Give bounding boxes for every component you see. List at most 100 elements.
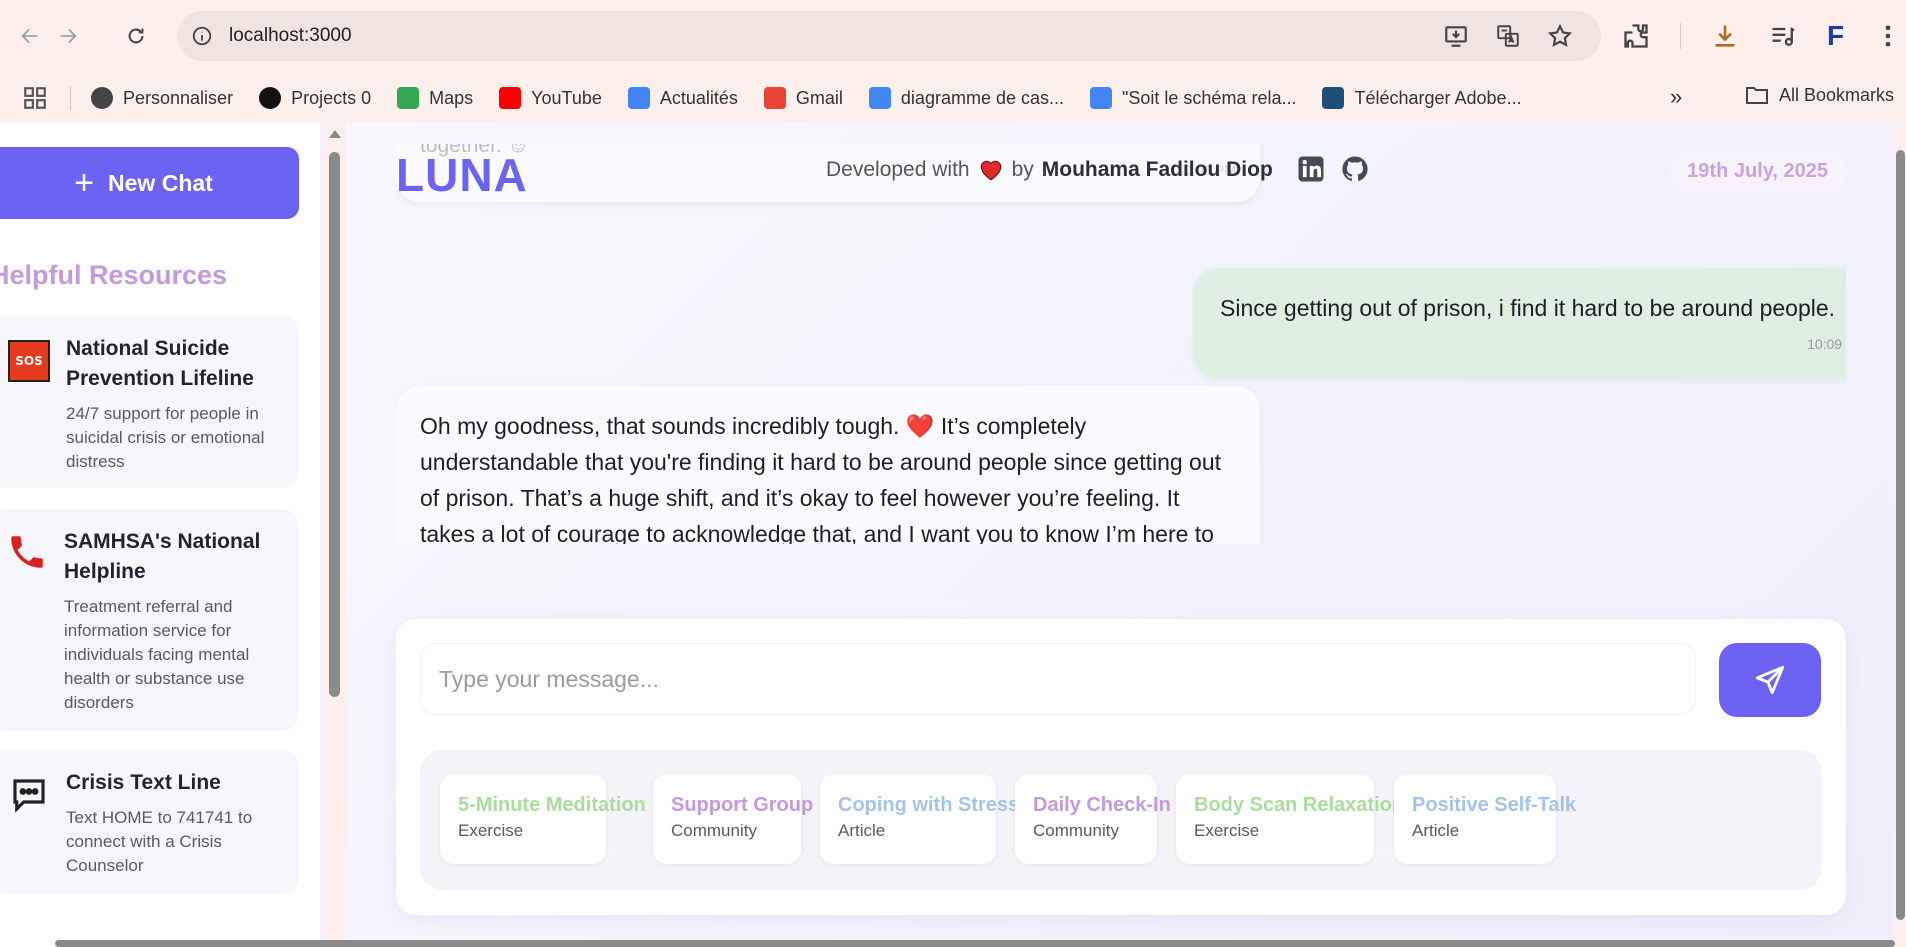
news-icon [627,87,650,109]
message-text: Oh my goodness, that sounds incredibly t… [420,413,1222,544]
media-controls-icon[interactable] [1769,22,1797,50]
suggestion-type: Community [671,821,757,840]
bookmark-label: Personnaliser [123,87,234,108]
resource-name: Crisis Text Line [66,771,221,794]
bookmarks-bar: Personnaliser Projects 0 Maps YouTube Actual… [0,76,1906,120]
horizontal-scroll-thumb[interactable] [55,940,1895,947]
downloads-icon[interactable] [1711,22,1739,50]
send-button[interactable] [1719,643,1821,717]
arrow-right-icon [60,28,77,44]
heart-icon [980,160,1001,181]
star-icon[interactable] [1547,23,1573,49]
message-list[interactable]: together. ☺ 10:09 PM Since getting out o… [396,144,1846,544]
url-text[interactable]: localhost:3000 [229,25,352,47]
plus-icon: + [74,164,95,202]
bookmark-label: diagramme de cas... [900,87,1064,108]
maps-icon [397,87,420,109]
new-chat-label: New Chat [108,169,213,196]
resource-card-crisis-text-line[interactable]: Crisis Text Line Text HOME to 741741 to … [0,750,299,894]
omnibox-actions [1443,23,1573,49]
date-badge: 19th July, 2025 [1669,152,1846,191]
site-info-icon[interactable] [191,25,213,47]
scroll-up-arrow-icon[interactable] [329,130,341,138]
translate-icon[interactable] [1495,23,1521,49]
message-time: 10:09 PM [1807,336,1846,352]
back-button[interactable] [12,18,48,54]
suggestion-chip[interactable]: Coping with Stress Article [820,774,1019,864]
bookmark-item[interactable]: Personnaliser [91,87,233,109]
chat-header: LUNA Developed with by Mouhama Fadilou D… [396,144,1846,204]
bookmark-item[interactable]: Maps [397,87,473,109]
social-links [1296,154,1370,184]
github-icon [259,87,282,109]
suggestion-title: Support Group [671,794,814,816]
bookmark-item[interactable]: Télécharger Adobe... [1322,87,1522,109]
globe-icon [91,87,113,109]
extensions-icon[interactable] [1622,22,1650,50]
by-text: by [1011,158,1034,181]
forward-button[interactable] [50,18,86,54]
user-message: Since getting out of prison, i find it h… [1194,268,1846,378]
resource-card-suicide-lifeline[interactable]: SOS National Suicide Prevention Lifeline… [0,316,299,488]
suggestion-chip[interactable]: Body Scan Relaxation Exercise [1176,774,1405,864]
suggestion-type: Community [1033,821,1119,840]
address-bar[interactable]: localhost:3000 [177,11,1601,61]
resource-name: National Suicide Prevention Lifeline [66,337,254,390]
resource-card-samhsa[interactable]: SAMHSA's National Helpline Treatment ref… [0,509,299,731]
suggestion-type: Exercise [1194,821,1260,840]
suggestion-title: 5-Minute Meditation [458,794,646,816]
resources-title: Helpful Resources [0,260,228,290]
chat-bubble-icon [13,779,45,813]
new-chat-button[interactable]: + New Chat [0,147,299,219]
bookmark-label: "Soit le schéma rela... [1122,87,1297,108]
developed-with-text: Developed with [826,158,970,181]
page-scroll-thumb[interactable] [1896,150,1905,920]
bookmark-label: Maps [429,87,474,108]
linkedin-icon[interactable] [1296,154,1326,184]
bookmark-item[interactable]: "Soit le schéma rela... [1090,87,1296,109]
resource-description: Treatment referral and information servi… [64,597,250,712]
suggestion-title: Daily Check-In [1033,794,1171,816]
sidebar-scrollbar[interactable] [324,122,346,947]
author-name: Mouhama Fadilou Diop [1041,158,1273,181]
bookmark-item[interactable]: Projects 0 [259,87,371,109]
arrow-left-icon [21,28,38,44]
youtube-icon [499,87,522,109]
github-icon[interactable] [1340,154,1370,184]
suggestion-chip[interactable]: Daily Check-In Community [1015,774,1171,864]
bookmark-label: Actualités [659,87,738,108]
bookmark-list: Personnaliser Projects 0 Maps YouTube Actual… [91,87,1548,109]
chat-main: together. ☺ 10:09 PM Since getting out o… [346,122,1906,947]
bookmark-item[interactable]: diagramme de cas... [868,87,1064,109]
page-scrollbar[interactable] [1894,122,1906,947]
folder-icon [1746,87,1768,104]
composer-panel: 5-Minute Meditation Exercise Support Group… [396,619,1846,915]
profile-extension-icon[interactable]: F [1827,20,1844,52]
bookmark-label: Télécharger Adobe... [1354,87,1522,108]
install-app-icon[interactable] [1443,23,1469,49]
bookmark-item[interactable]: Gmail [763,87,843,109]
reload-icon [128,28,144,44]
toolbar-separator [1680,23,1681,49]
send-icon [1755,665,1785,695]
suggestion-chip[interactable]: Support Group Community [653,774,814,864]
suggestion-chip[interactable]: 5-Minute Meditation Exercise [440,774,646,864]
message-input[interactable] [420,643,1696,715]
suggestion-title: Body Scan Relaxation [1194,794,1405,816]
apps-grid-icon[interactable] [22,85,48,111]
reload-button[interactable] [118,18,154,54]
all-bookmarks-button[interactable]: All Bookmarks [1745,84,1894,106]
bookmark-label: Projects 0 [291,87,372,108]
more-bookmarks-chevron-icon[interactable]: » [1670,84,1682,110]
bookmark-label: YouTube [531,87,602,108]
suggestion-chip[interactable]: Positive Self-Talk Article [1394,774,1576,864]
sidebar-scroll-thumb[interactable] [329,152,340,697]
menu-kebab-icon[interactable] [1874,22,1902,50]
browser-toolbar: localhost:3000 F [0,8,1906,64]
bookmark-item[interactable]: YouTube [499,87,602,109]
bookmark-item[interactable]: Actualités [627,87,738,109]
sos-icon: SOS [8,340,50,382]
app-viewport: + New Chat Helpful Resources SOS Nationa… [0,122,1906,947]
developer-credit: Developed with by Mouhama Fadilou Diop [826,158,1273,182]
sidebar: + New Chat Helpful Resources SOS Nationa… [0,122,320,947]
